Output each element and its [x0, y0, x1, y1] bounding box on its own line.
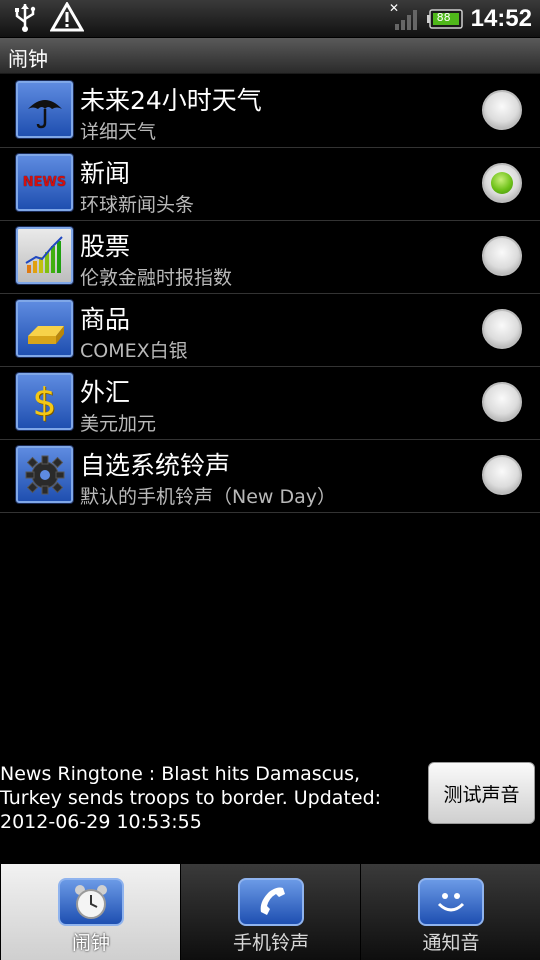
item-subtitle: COMEX白银: [80, 340, 188, 362]
news-icon-text: NEWS: [22, 175, 67, 190]
alarm-clock-icon: [58, 878, 124, 926]
page-title: 闹钟: [8, 47, 48, 71]
tab-label: 闹钟: [71, 932, 110, 954]
umbrella-icon: [16, 81, 73, 138]
battery-level: 88: [436, 11, 451, 24]
dollar-icon: $: [16, 373, 73, 430]
radio-button[interactable]: [482, 455, 522, 495]
tab-notification-sound[interactable]: 通知音: [360, 864, 540, 960]
radio-button[interactable]: [482, 382, 522, 422]
option-list: 未来24小时天气 详细天气 NEWS 新闻 环球新闻头条 股票 伦敦金融时报指数: [0, 75, 540, 513]
smiley-icon: [418, 878, 484, 926]
item-subtitle: 环球新闻头条: [80, 194, 195, 216]
list-item-custom-ringtone[interactable]: 自选系统铃声 默认的手机铃声（New Day）: [0, 440, 540, 513]
tab-label: 通知音: [422, 932, 480, 954]
status-bar: ✕ 88 14:52: [0, 0, 540, 38]
tab-alarm[interactable]: 闹钟: [0, 864, 180, 960]
news-ringtone-info: News Ringtone : Blast hits Damascus, Tur…: [0, 763, 382, 833]
item-subtitle: 默认的手机铃声（New Day）: [80, 486, 336, 508]
news-icon: NEWS: [16, 154, 73, 211]
bottom-tab-bar: 闹钟 手机铃声 通知音: [0, 864, 540, 960]
warning-icon: [49, 0, 85, 36]
gear-icon: [16, 446, 73, 503]
list-item-news[interactable]: NEWS 新闻 环球新闻头条: [0, 148, 540, 221]
radio-button-selected[interactable]: [482, 163, 522, 203]
item-title: 股票: [80, 232, 131, 261]
item-title: 未来24小时天气: [80, 86, 262, 115]
tab-phone-ringtone[interactable]: 手机铃声: [180, 864, 360, 960]
item-subtitle: 美元加元: [80, 413, 157, 435]
usb-icon: [12, 2, 38, 36]
battery-icon: 88: [426, 9, 463, 29]
phone-icon: [238, 878, 304, 926]
svg-text:✕: ✕: [389, 2, 399, 15]
item-title: 新闻: [80, 159, 131, 188]
list-item-commodities[interactable]: 商品 COMEX白银: [0, 294, 540, 367]
gold-bar-icon: [16, 300, 73, 357]
radio-button[interactable]: [482, 309, 522, 349]
chart-icon: [16, 227, 73, 284]
item-subtitle: 伦敦金融时报指数: [80, 267, 233, 289]
title-bar: 闹钟: [0, 38, 540, 74]
clock-time: 14:52: [470, 5, 532, 32]
list-item-weather[interactable]: 未来24小时天气 详细天气: [0, 75, 540, 148]
test-sound-button[interactable]: 测试声音: [428, 762, 535, 824]
tab-label: 手机铃声: [232, 932, 309, 954]
list-item-forex[interactable]: $ 外汇 美元加元: [0, 367, 540, 440]
signal-icon: ✕: [389, 1, 419, 36]
item-title: 外汇: [80, 378, 131, 407]
list-item-stocks[interactable]: 股票 伦敦金融时报指数: [0, 221, 540, 294]
item-title: 商品: [80, 305, 131, 334]
dollar-icon-text: $: [32, 379, 57, 424]
radio-button[interactable]: [482, 90, 522, 130]
radio-button[interactable]: [482, 236, 522, 276]
item-subtitle: 详细天气: [80, 121, 157, 143]
item-title: 自选系统铃声: [80, 451, 231, 480]
